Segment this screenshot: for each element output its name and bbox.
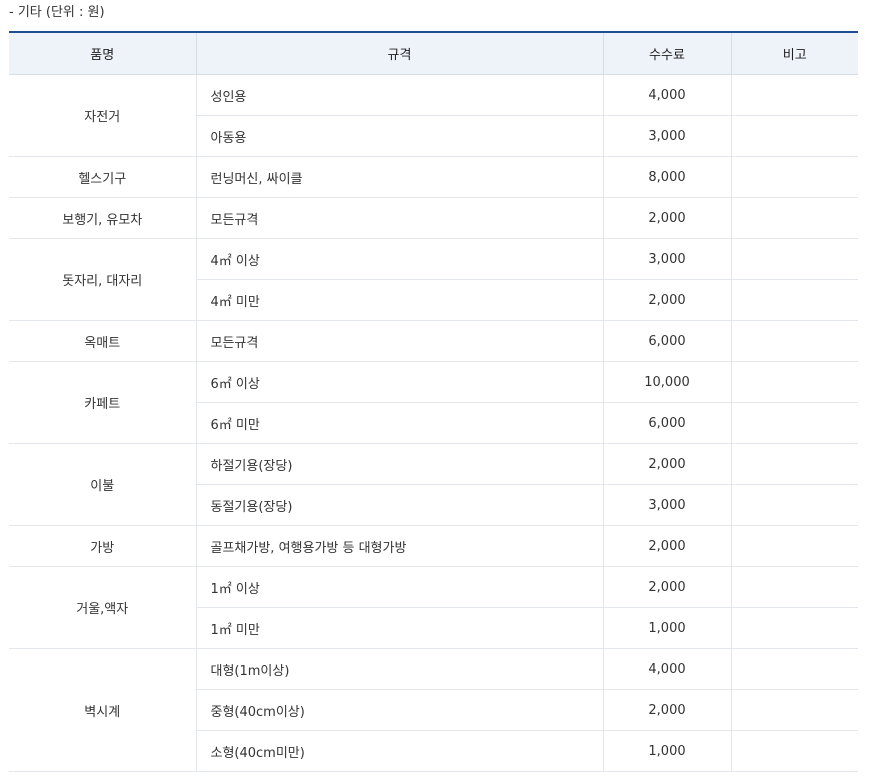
table-row: 보행기, 유모차 모든규격 2,000 bbox=[9, 197, 858, 239]
spec-cell: 성인용 bbox=[195, 74, 603, 116]
note-cell bbox=[730, 402, 858, 444]
spec-cell: 4㎡ 이상 bbox=[195, 238, 603, 280]
spec-cell: 1㎡ 이상 bbox=[195, 566, 603, 608]
item-name-cell: 이불 bbox=[9, 443, 196, 526]
note-cell bbox=[730, 689, 858, 731]
note-cell bbox=[730, 238, 858, 280]
note-cell bbox=[730, 648, 858, 690]
note-cell bbox=[730, 279, 858, 321]
spec-cell: 소형(40cm미만) bbox=[195, 730, 603, 772]
spec-cell: 런닝머신, 싸이클 bbox=[195, 156, 603, 198]
item-name-cell: 헬스기구 bbox=[9, 156, 196, 198]
table-row: 헬스기구 런닝머신, 싸이클 8,000 bbox=[9, 156, 858, 198]
item-name-cell: 옥매트 bbox=[9, 320, 196, 362]
spec-cell: 중형(40cm이상) bbox=[195, 689, 603, 731]
fee-cell: 2,000 bbox=[602, 443, 731, 485]
table-row: 이불 하절기용(장당) 2,000 bbox=[9, 443, 858, 526]
header-note: 비고 bbox=[730, 32, 858, 75]
item-name-cell: 벽시계 bbox=[9, 648, 196, 772]
fee-cell: 3,000 bbox=[602, 484, 731, 526]
note-cell bbox=[730, 361, 858, 403]
spec-cell: 대형(1m이상) bbox=[195, 648, 603, 690]
note-cell bbox=[730, 566, 858, 608]
table-body: 자전거 성인용 4,000 아동용 3,000 헬스기구 런닝머신, 싸이클 8,000 보행기… bbox=[9, 74, 858, 772]
fee-cell: 6,000 bbox=[602, 320, 731, 362]
item-name-cell: 카페트 bbox=[9, 361, 196, 444]
spec-cell: 하절기용(장당) bbox=[195, 443, 603, 485]
table-row: 자전거 성인용 4,000 bbox=[9, 74, 858, 157]
spec-cell: 1㎡ 미만 bbox=[195, 607, 603, 649]
item-name-cell: 보행기, 유모차 bbox=[9, 197, 196, 239]
note-cell bbox=[730, 156, 858, 198]
note-cell bbox=[730, 74, 858, 116]
table-caption: - 기타 (단위 : 원) bbox=[9, 5, 105, 20]
fee-cell: 2,000 bbox=[602, 525, 731, 567]
fee-cell: 8,000 bbox=[602, 156, 731, 198]
table-header-row: 품명 규격 수수료 비고 bbox=[9, 32, 858, 75]
table-row: 카페트 6㎡ 이상 10,000 bbox=[9, 361, 858, 444]
item-name-cell: 가방 bbox=[9, 525, 196, 567]
spec-cell: 4㎡ 미만 bbox=[195, 279, 603, 321]
fee-cell: 6,000 bbox=[602, 402, 731, 444]
header-fee: 수수료 bbox=[602, 32, 731, 75]
item-name-cell: 돗자리, 대자리 bbox=[9, 238, 196, 321]
fee-cell: 1,000 bbox=[602, 730, 731, 772]
header-item-name: 품명 bbox=[9, 32, 196, 75]
table-row: 옥매트 모든규격 6,000 bbox=[9, 320, 858, 362]
spec-cell: 동절기용(장당) bbox=[195, 484, 603, 526]
note-cell bbox=[730, 197, 858, 239]
spec-cell: 아동용 bbox=[195, 115, 603, 157]
item-name-cell: 자전거 bbox=[9, 74, 196, 157]
note-cell bbox=[730, 525, 858, 567]
fee-cell: 2,000 bbox=[602, 197, 731, 239]
fee-cell: 1,000 bbox=[602, 607, 731, 649]
spec-cell: 6㎡ 이상 bbox=[195, 361, 603, 403]
fee-cell: 4,000 bbox=[602, 648, 731, 690]
note-cell bbox=[730, 443, 858, 485]
fee-cell: 2,000 bbox=[602, 566, 731, 608]
fee-cell: 3,000 bbox=[602, 238, 731, 280]
fee-cell: 3,000 bbox=[602, 115, 731, 157]
note-cell bbox=[730, 115, 858, 157]
fee-cell: 2,000 bbox=[602, 689, 731, 731]
table-row: 벽시계 대형(1m이상) 4,000 bbox=[9, 648, 858, 772]
header-spec: 규격 bbox=[195, 32, 603, 75]
fee-cell: 10,000 bbox=[602, 361, 731, 403]
fee-table: 품명 규격 수수료 비고 자전거 성인용 4,000 아동용 3,000 헬스기구 런닝머신… bbox=[9, 31, 858, 772]
item-name-cell: 거울,액자 bbox=[9, 566, 196, 649]
fee-cell: 4,000 bbox=[602, 74, 731, 116]
spec-cell: 6㎡ 미만 bbox=[195, 402, 603, 444]
table-row: 거울,액자 1㎡ 이상 2,000 bbox=[9, 566, 858, 649]
table-row: 돗자리, 대자리 4㎡ 이상 3,000 bbox=[9, 238, 858, 321]
spec-cell: 골프채가방, 여행용가방 등 대형가방 bbox=[195, 525, 603, 567]
spec-cell: 모든규격 bbox=[195, 320, 603, 362]
note-cell bbox=[730, 607, 858, 649]
note-cell bbox=[730, 730, 858, 772]
spec-cell: 모든규격 bbox=[195, 197, 603, 239]
note-cell bbox=[730, 484, 858, 526]
table-row: 가방 골프채가방, 여행용가방 등 대형가방 2,000 bbox=[9, 525, 858, 567]
fee-cell: 2,000 bbox=[602, 279, 731, 321]
note-cell bbox=[730, 320, 858, 362]
